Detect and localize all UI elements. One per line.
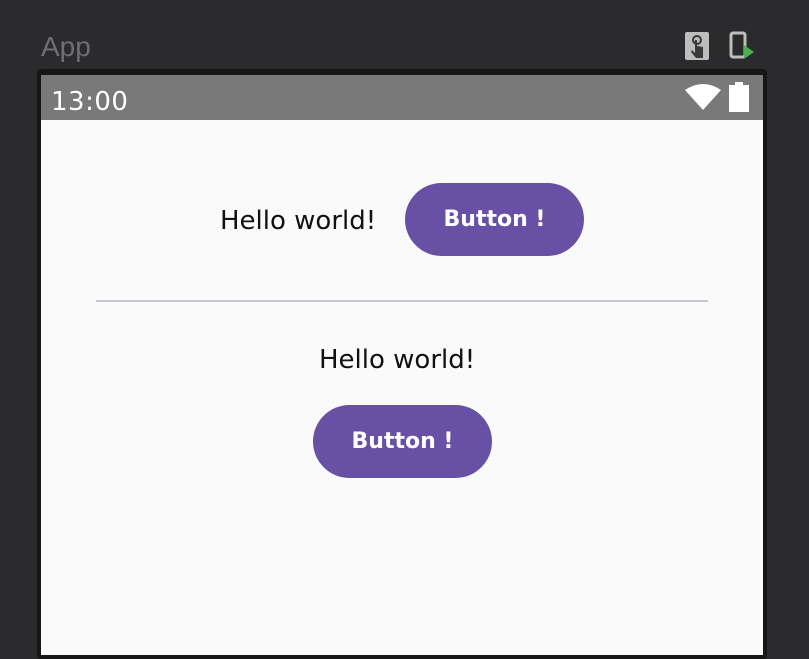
battery-icon [729,82,749,116]
touch-mode-icon[interactable] [684,31,710,65]
deploy-to-device-icon[interactable] [729,31,755,65]
device-screen: 13:00 Hello world! Button ! Hello world!… [41,75,763,655]
column-hello-text: Hello world! [319,345,476,375]
status-time: 13:00 [51,87,129,117]
row-button[interactable]: Button ! [405,183,584,256]
row-hello-text: Hello world! [220,206,377,236]
status-bar: 13:00 [41,75,763,120]
wifi-icon [685,84,721,114]
column-button[interactable]: Button ! [313,405,492,478]
divider [96,300,708,302]
preview-title: App [41,31,91,62]
status-icons [685,82,749,116]
